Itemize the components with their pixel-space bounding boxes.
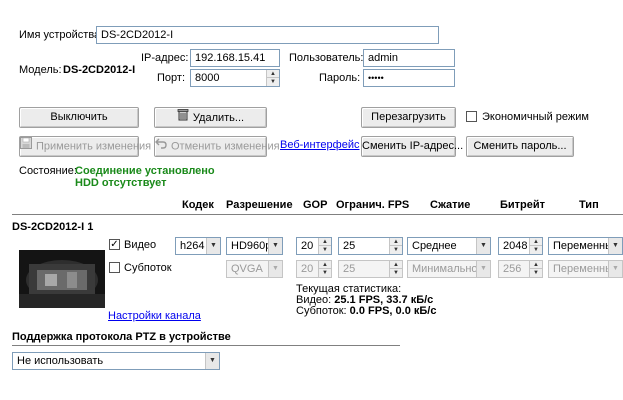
header-gop: GOP [303,199,328,211]
reboot-button[interactable]: Перезагрузить [361,107,456,128]
delete-button[interactable]: Удалить... [154,107,267,128]
substream-compression-select[interactable]: Минимальное ▼ [407,260,491,278]
chevron-down-icon: ▼ [476,261,490,277]
substream-resolution-select[interactable]: QVGA ▼ [226,260,283,278]
substream-compression-value: Минимальное [412,263,484,275]
trash-icon [177,108,189,128]
chevron-down-icon: ▼ [608,238,622,254]
ptz-divider [12,345,400,346]
video-bitrate-stepper[interactable]: 2048 ▲ ▼ [498,237,543,255]
ip-label: IP-адрес: [141,52,189,64]
chevron-down-icon: ▼ [268,238,282,254]
device-name-input[interactable]: DS-2CD2012-I [96,26,439,44]
header-bitrate: Битрейт [500,199,546,211]
status-label: Состояние: [19,165,77,177]
camera-preview-thumbnail [19,250,105,308]
apply-changes-button[interactable]: Применить изменения [19,136,151,157]
channel-settings-link[interactable]: Настройки канала [108,310,201,322]
password-input[interactable]: ••••• [363,69,455,87]
video-bitrate-value: 2048 [503,240,528,252]
video-gop-value: 20 [301,240,314,252]
video-checkbox[interactable]: ✓ [109,239,120,250]
user-label: Пользователь: [289,52,364,64]
video-fps-stepper[interactable]: 25 ▲ ▼ [338,237,403,255]
channel-name: DS-2CD2012-I 1 [12,221,94,233]
video-codec-value: h264 [180,240,205,252]
port-stepper[interactable]: 8000 ▲ ▼ [190,69,280,87]
ip-input[interactable]: 192.168.15.41 [190,49,280,67]
eco-mode-checkbox[interactable] [466,111,477,122]
ptz-selected-value: Не использовать [17,355,104,367]
apply-changes-label: Применить изменения [36,140,152,153]
substream-fps-stepper[interactable]: 25 ▲ ▼ [338,260,403,278]
substream-type-select[interactable]: Переменный ▼ [548,260,623,278]
video-resolution-select[interactable]: HD960p ▼ [226,237,283,255]
header-fps: Огранич. FPS [336,199,410,211]
video-codec-select[interactable]: h264 ▼ [175,237,221,255]
header-compression: Сжатие [430,199,471,211]
header-codec: Кодек [182,199,214,211]
substream-resolution-value: QVGA [231,263,263,275]
reboot-label: Перезагрузить [371,111,446,123]
header-type: Тип [579,199,599,211]
ptz-title: Поддержка протокола PTZ в устройстве [12,331,231,343]
ptz-select[interactable]: Не использовать ▼ [12,352,220,370]
disconnect-label: Выключить [50,111,108,123]
stats-sub-label: Субпоток: [296,305,347,317]
chevron-down-icon: ▼ [608,261,622,277]
gop-spin-arrows[interactable]: ▲ ▼ [318,238,331,254]
change-ip-button[interactable]: Сменить IP-адрес... [361,136,463,157]
user-input[interactable]: admin [363,49,455,67]
web-interface-link[interactable]: Веб-интерфейс [280,139,359,151]
chevron-down-icon: ▼ [205,353,219,369]
save-icon [20,137,32,156]
chevron-down-icon: ▼ [476,238,490,254]
port-label: Порт: [157,72,185,84]
model-label: Модель: [19,64,62,76]
cancel-changes-label: Отменить изменения [171,140,280,153]
table-divider [12,214,623,215]
fps-spin-arrows[interactable]: ▲ ▼ [389,238,402,254]
substream-fps-value: 25 [343,263,356,275]
fps-spin-arrows[interactable]: ▲ ▼ [389,261,402,277]
disconnect-button[interactable]: Выключить [19,107,139,128]
substream-checkbox[interactable] [109,262,120,273]
change-password-label: Сменить пароль... [473,140,567,152]
cancel-changes-button[interactable]: Отменить изменения [154,136,280,157]
undo-icon [155,137,167,156]
video-resolution-value: HD960p [231,240,272,252]
password-label: Пароль: [319,72,361,84]
stats-sub-value: 0.0 FPS, 0.0 кБ/с [349,305,437,317]
chevron-down-icon: ▼ [206,238,220,254]
device-name-label: Имя устройства: [19,29,104,41]
substream-bitrate-value: 256 [503,263,522,275]
model-value: DS-2CD2012-I [63,64,136,76]
substream-gop-value: 20 [301,263,314,275]
eco-mode-label: Экономичный режим [482,111,589,123]
video-label: Видео [124,239,157,251]
stats-sub-row: Субпоток: 0.0 FPS, 0.0 кБ/с [296,304,436,318]
gop-spin-arrows[interactable]: ▲ ▼ [318,261,331,277]
chevron-down-icon: ▼ [268,261,282,277]
substream-gop-stepper[interactable]: 20 ▲ ▼ [296,260,332,278]
bitrate-spin-arrows[interactable]: ▲ ▼ [529,261,542,277]
change-ip-label: Сменить IP-адрес... [362,140,464,152]
port-spin-arrows[interactable]: ▲ ▼ [266,70,279,86]
change-password-button[interactable]: Сменить пароль... [466,136,574,157]
substream-bitrate-stepper[interactable]: 256 ▲ ▼ [498,260,543,278]
port-value: 8000 [195,72,220,84]
video-gop-stepper[interactable]: 20 ▲ ▼ [296,237,332,255]
video-compression-select[interactable]: Среднее ▼ [407,237,491,255]
delete-label: Удалить... [192,111,245,124]
video-fps-value: 25 [343,240,356,252]
status-hdd: HDD отсутствует [75,177,167,189]
video-type-select[interactable]: Переменный ▼ [548,237,623,255]
header-resolution: Разрешение [226,199,293,211]
substream-label: Субпоток [124,262,172,274]
bitrate-spin-arrows[interactable]: ▲ ▼ [529,238,542,254]
video-compression-value: Среднее [412,240,457,252]
